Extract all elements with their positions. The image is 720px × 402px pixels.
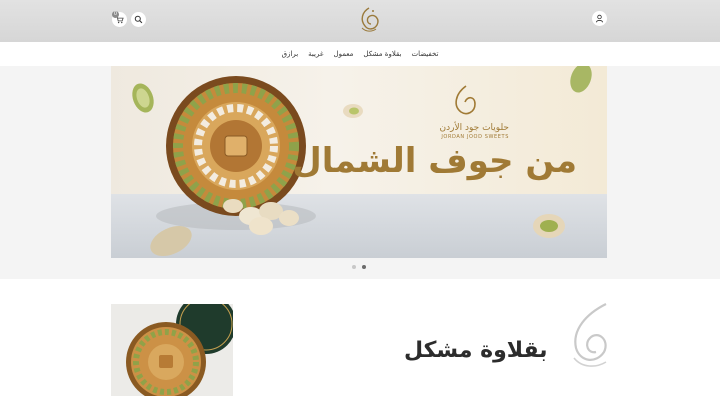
search-button[interactable] (131, 12, 146, 27)
calligraphy-logo-icon (361, 7, 379, 32)
carousel-dots (352, 265, 366, 269)
hero-brand-english: JORDAN JOOD SWEETS (441, 134, 509, 140)
hero-brand-arabic: حلويات جود الأردن (439, 123, 509, 133)
baklava-box-image (126, 304, 233, 396)
main-nav: تخفيضات بقلاوة مشكل معمول غريبة برازق (0, 44, 720, 64)
user-icon (595, 14, 604, 23)
hero-title: من جوف الشمال (292, 141, 577, 181)
search-icon (134, 15, 143, 24)
section-watermark-logo (566, 300, 608, 370)
cart-count-badge: 0 (112, 11, 119, 18)
nav-item-maamoul[interactable]: معمول (334, 50, 354, 58)
calligraphy-watermark-icon (573, 303, 607, 367)
site-logo[interactable] (356, 6, 382, 34)
nav-item-mixed-baklava[interactable]: بقلاوة مشكل (363, 50, 401, 58)
nav-item-sale[interactable]: تخفيضات (412, 50, 439, 58)
nav-item-ghraybeh[interactable]: غريبة (308, 50, 323, 58)
account-button[interactable] (592, 11, 607, 26)
nav-item-barazek[interactable]: برازق (282, 50, 299, 58)
featured-section-title: بقلاوة مشكل (404, 338, 548, 363)
hero-banner[interactable]: حلويات جود الأردن JORDAN JOOD SWEETS من … (111, 66, 607, 258)
carousel-dot-1[interactable] (352, 265, 356, 269)
carousel-dot-2[interactable] (362, 265, 366, 269)
featured-product-image[interactable] (111, 304, 233, 396)
site-header: 0 (0, 0, 720, 42)
